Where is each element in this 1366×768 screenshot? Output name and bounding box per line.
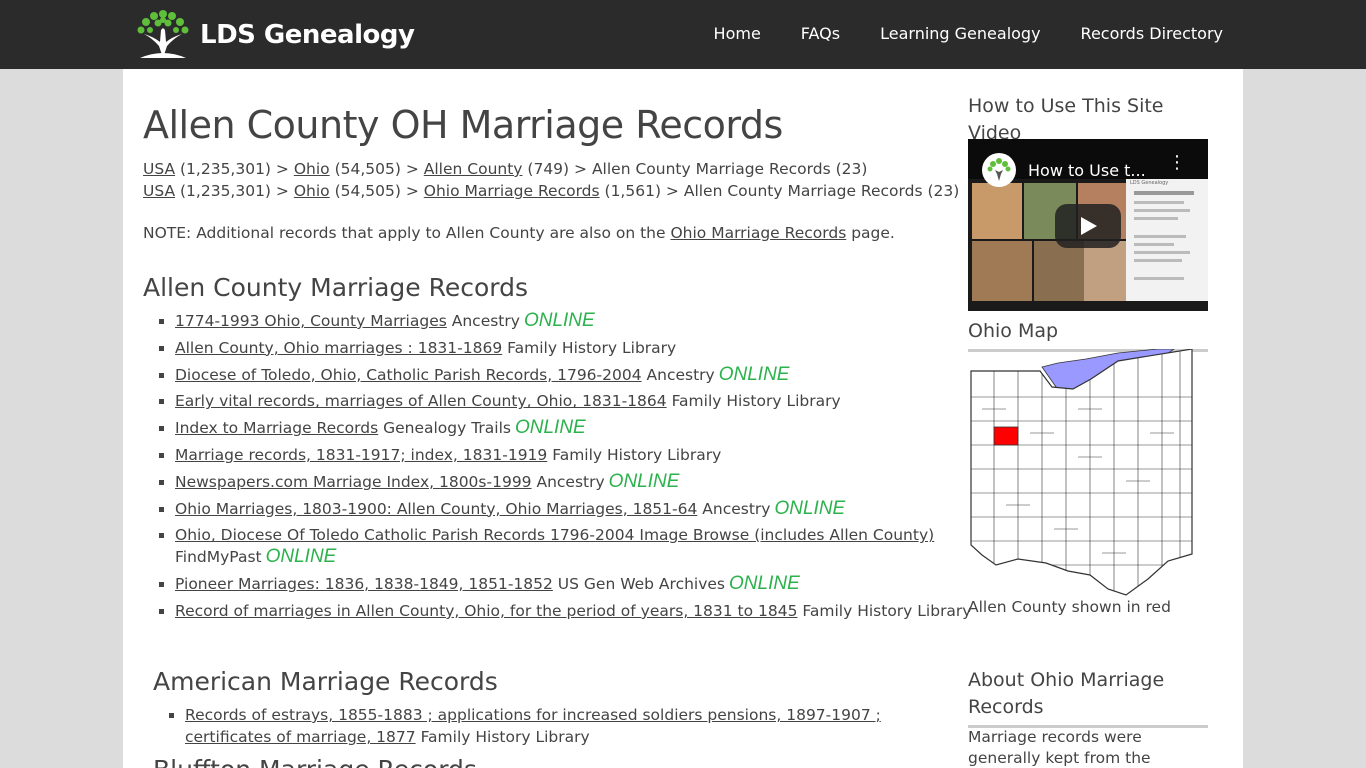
- section-allen-county: Allen County Marriage Records 1774-1993 …: [143, 273, 971, 627]
- record-source: Family History Library: [415, 728, 590, 746]
- breadcrumb: USA (1,235,301) > Ohio (54,505) > Allen …: [143, 158, 959, 180]
- breadcrumb-link-ohio[interactable]: Ohio: [294, 182, 330, 200]
- section-heading: Bluffton Marriage Records: [153, 755, 953, 768]
- list-item: Index to Marriage Records Genealogy Trai…: [175, 417, 943, 439]
- about-text: Marriage records were generally kept fro…: [968, 728, 1151, 767]
- record-list: Records of estrays, 1855-1883 ; applicat…: [153, 704, 945, 748]
- top-navigation-bar: LDS Genealogy Home FAQs Learning Genealo…: [0, 0, 1366, 69]
- list-item: Newspapers.com Marriage Index, 1800s-199…: [175, 471, 943, 493]
- video-menu-icon[interactable]: ⋮: [1168, 154, 1186, 172]
- record-source: Family History Library: [502, 338, 677, 357]
- ohio-map: [968, 349, 1208, 599]
- breadcrumbs: USA (1,235,301) > Ohio (54,505) > Allen …: [143, 158, 959, 202]
- record-list: 1774-1993 Ohio, County Marriages Ancestr…: [143, 310, 971, 622]
- page-container: Allen County OH Marriage Records USA (1,…: [123, 69, 1243, 768]
- allen-county-highlight: [993, 426, 1019, 446]
- record-source: Ancestry: [641, 365, 715, 384]
- list-item: Allen County, Ohio marriages : 1831-1869…: [175, 337, 943, 359]
- breadcrumb-link-ohio-marriage-records[interactable]: Ohio Marriage Records: [424, 182, 600, 200]
- section-american: American Marriage Records Records of est…: [153, 667, 953, 753]
- play-icon: [1081, 217, 1097, 235]
- nav-records-directory[interactable]: Records Directory: [1081, 24, 1223, 43]
- record-link[interactable]: Record of marriages in Allen County, Ohi…: [175, 602, 797, 620]
- record-link[interactable]: 1774-1993 Ohio, County Marriages: [175, 312, 447, 330]
- record-source: Ancestry: [531, 472, 605, 491]
- breadcrumb-link-allen-county[interactable]: Allen County: [424, 160, 523, 178]
- sidebar-heading-about: About Ohio Marriage Records: [968, 667, 1208, 728]
- main-nav: Home FAQs Learning Genealogy Records Dir…: [714, 24, 1223, 43]
- record-link[interactable]: Index to Marriage Records: [175, 419, 378, 437]
- note-prefix: NOTE: Additional records that apply to A…: [143, 224, 671, 242]
- list-item: Marriage records, 1831-1917; index, 1831…: [175, 444, 943, 466]
- list-item: Ohio Marriages, 1803-1900: Allen County,…: [175, 498, 943, 520]
- breadcrumb-count: (54,505) >: [329, 182, 424, 200]
- note-text: NOTE: Additional records that apply to A…: [143, 224, 895, 242]
- video-title[interactable]: How to Use t...: [1028, 161, 1146, 180]
- record-source: US Gen Web Archives: [552, 575, 726, 594]
- record-link[interactable]: Diocese of Toledo, Ohio, Catholic Parish…: [175, 366, 642, 384]
- site-logo[interactable]: LDS Genealogy: [132, 8, 415, 60]
- record-source: Family History Library: [666, 392, 841, 411]
- list-item: 1774-1993 Ohio, County Marriages Ancestr…: [175, 310, 943, 332]
- record-source: Ancestry: [446, 312, 520, 330]
- breadcrumb-link-usa[interactable]: USA: [143, 182, 175, 200]
- play-button[interactable]: [1055, 204, 1121, 248]
- nav-learning-genealogy[interactable]: Learning Genealogy: [880, 24, 1040, 43]
- video-player[interactable]: How to Use t... ⋮ LDS Genealogy: [968, 139, 1208, 311]
- section-heading: American Marriage Records: [153, 667, 498, 696]
- record-source: Family History Library: [547, 445, 722, 464]
- record-source: Ancestry: [697, 499, 771, 518]
- note-link-ohio-marriage-records[interactable]: Ohio Marriage Records: [670, 224, 846, 242]
- breadcrumb: USA (1,235,301) > Ohio (54,505) > Ohio M…: [143, 180, 959, 202]
- record-link[interactable]: Allen County, Ohio marriages : 1831-1869: [175, 339, 502, 357]
- record-source: FindMyPast: [175, 548, 262, 567]
- record-link[interactable]: Ohio, Diocese Of Toledo Catholic Parish …: [175, 526, 934, 544]
- online-badge: ONLINE: [729, 573, 800, 595]
- online-badge: ONLINE: [523, 310, 595, 331]
- logo-text: LDS Genealogy: [200, 20, 415, 50]
- online-badge: ONLINE: [265, 546, 337, 568]
- tree-logo-icon: [137, 10, 189, 58]
- note-suffix: page.: [846, 224, 895, 242]
- record-link[interactable]: Early vital records, marriages of Allen …: [175, 392, 667, 410]
- online-badge: ONLINE: [608, 470, 680, 492]
- record-source: Family History Library: [797, 601, 972, 620]
- list-item: Pioneer Marriages: 1836, 1838-1849, 1851…: [175, 573, 943, 595]
- map-caption: Allen County shown in red: [968, 598, 1171, 616]
- list-item: Record of marriages in Allen County, Ohi…: [175, 600, 971, 622]
- list-item: Early vital records, marriages of Allen …: [175, 390, 943, 412]
- breadcrumb-link-ohio[interactable]: Ohio: [294, 160, 330, 178]
- breadcrumb-current: Allen County Marriage Records (23): [683, 182, 960, 200]
- breadcrumb-count: (1,235,301) >: [175, 160, 294, 178]
- record-link[interactable]: Marriage records, 1831-1917; index, 1831…: [175, 446, 547, 464]
- nav-home[interactable]: Home: [714, 24, 761, 43]
- online-badge: ONLINE: [718, 363, 790, 385]
- breadcrumb-count: (1,561) >: [599, 182, 684, 200]
- breadcrumb-count: (749) >: [522, 160, 592, 178]
- breadcrumb-current: Allen County Marriage Records (23): [591, 160, 868, 178]
- record-link[interactable]: Pioneer Marriages: 1836, 1838-1849, 1851…: [175, 575, 553, 593]
- ohio-county-map-image: [970, 349, 1193, 596]
- section-bluffton: Bluffton Marriage Records: [153, 755, 953, 768]
- list-item: Diocese of Toledo, Ohio, Catholic Parish…: [175, 364, 943, 386]
- online-badge: ONLINE: [774, 497, 846, 519]
- sidebar-heading-map: Ohio Map: [968, 318, 1208, 352]
- list-item: Records of estrays, 1855-1883 ; applicat…: [185, 704, 945, 748]
- page-title: Allen County OH Marriage Records: [143, 103, 783, 147]
- record-source: Genealogy Trails: [378, 419, 511, 438]
- breadcrumb-count: (54,505) >: [329, 160, 424, 178]
- record-link[interactable]: Ohio Marriages, 1803-1900: Allen County,…: [175, 500, 697, 518]
- breadcrumb-count: (1,235,301) >: [175, 182, 294, 200]
- section-heading: Allen County Marriage Records: [143, 273, 529, 302]
- channel-avatar-icon: [982, 153, 1016, 187]
- online-badge: ONLINE: [514, 417, 586, 439]
- video-site-label: LDS Genealogy: [1130, 180, 1169, 186]
- list-item: Ohio, Diocese Of Toledo Catholic Parish …: [175, 524, 943, 568]
- nav-faqs[interactable]: FAQs: [801, 24, 840, 43]
- record-link[interactable]: Newspapers.com Marriage Index, 1800s-199…: [175, 473, 532, 491]
- breadcrumb-link-usa[interactable]: USA: [143, 160, 175, 178]
